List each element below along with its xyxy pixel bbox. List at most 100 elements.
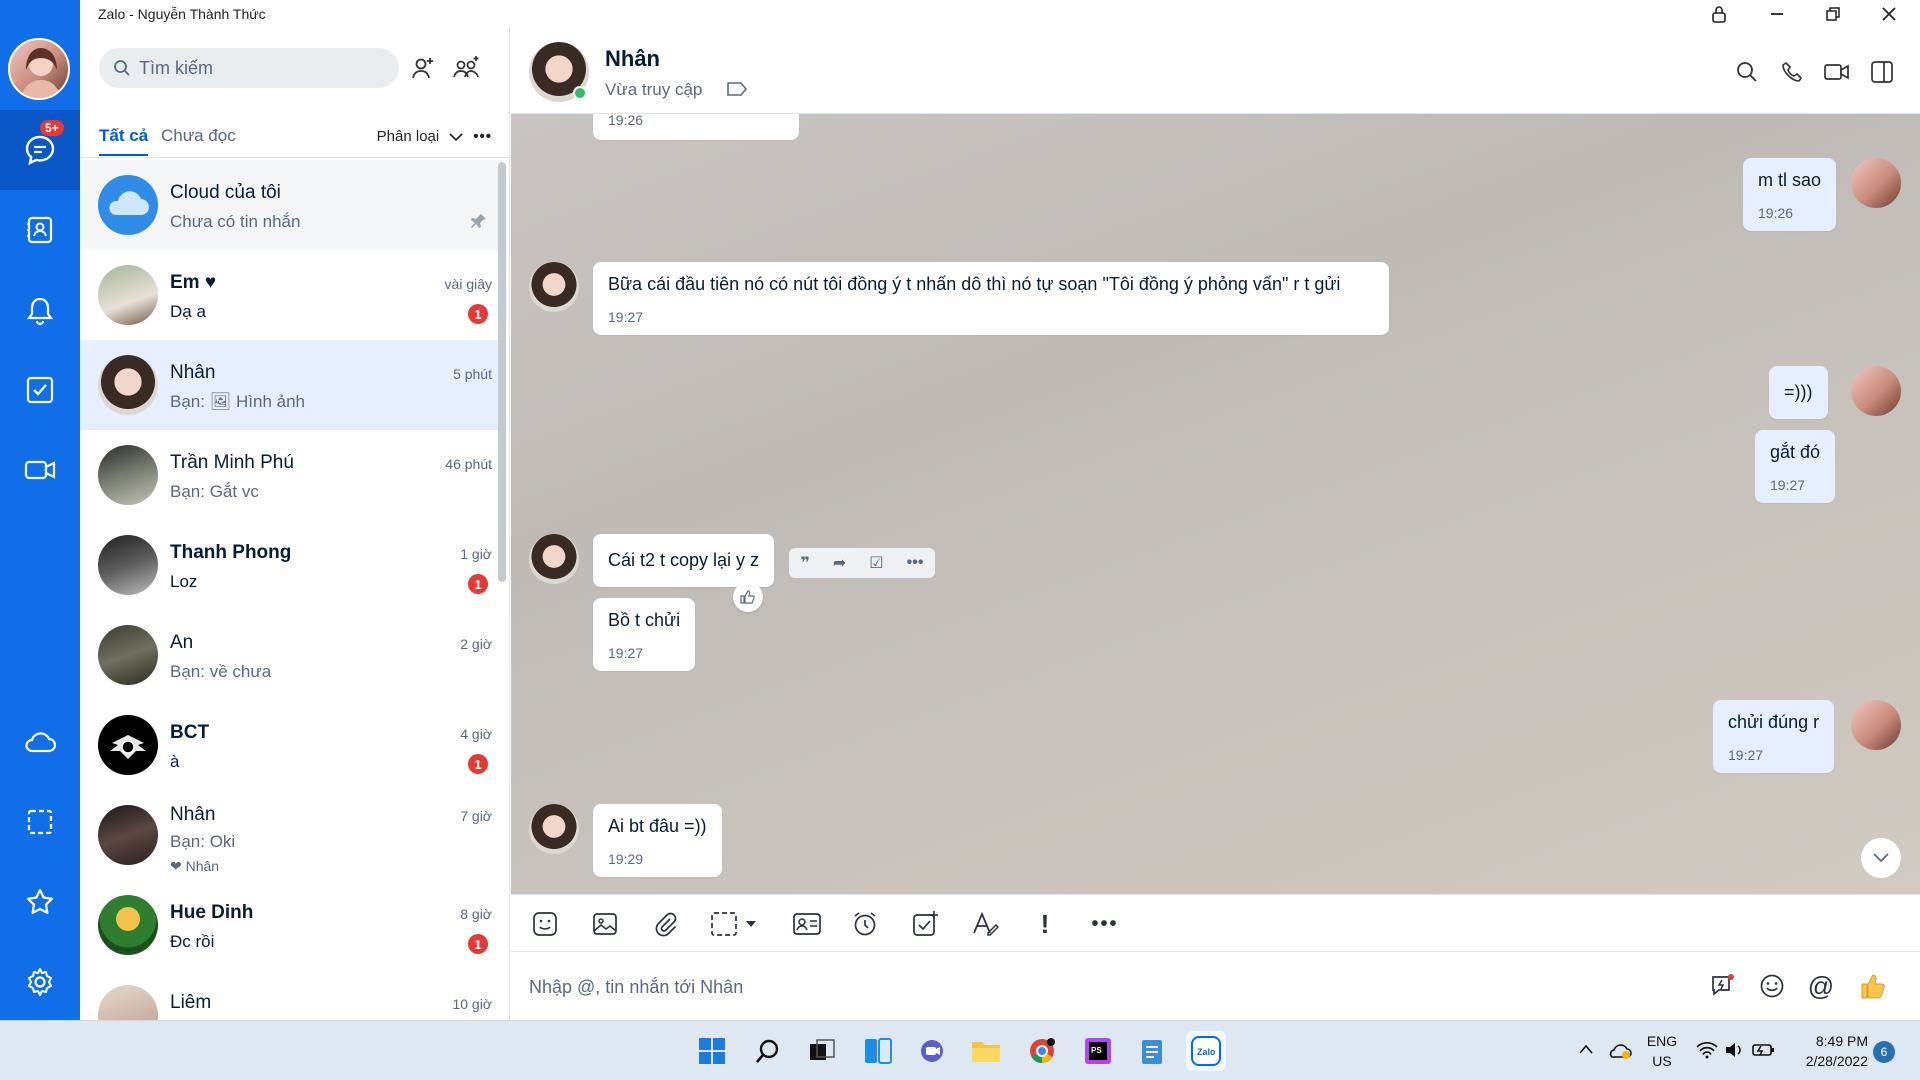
more-options-icon[interactable]: ••• xyxy=(907,554,924,572)
bell-icon xyxy=(26,297,54,326)
phpstorm-button[interactable]: PS xyxy=(1078,1031,1118,1071)
widgets-button[interactable] xyxy=(858,1031,898,1071)
conversation-time: 7 giờ xyxy=(460,808,492,824)
message-bubble[interactable]: Bồ t chửi 19:27 xyxy=(593,598,696,671)
search-in-chat-button[interactable] xyxy=(1729,54,1765,90)
contact-avatar[interactable] xyxy=(529,262,579,312)
conversation-item[interactable]: BCT à 4 giờ 1 xyxy=(80,700,502,790)
react-button[interactable] xyxy=(733,582,763,612)
conversation-info-button[interactable] xyxy=(1864,54,1900,90)
rail-notifications[interactable] xyxy=(0,270,80,350)
file-explorer-button[interactable] xyxy=(966,1031,1006,1071)
message-input[interactable] xyxy=(529,972,1629,1002)
attach-file-button[interactable] xyxy=(647,907,683,941)
quick-message-button[interactable] xyxy=(1705,968,1741,1004)
lock-button[interactable] xyxy=(1692,0,1746,28)
more-options-icon[interactable]: ••• xyxy=(473,128,492,145)
emoji-button[interactable] xyxy=(1754,968,1790,1004)
message-bubble[interactable]: =))) xyxy=(1769,366,1828,419)
conversation-item[interactable]: An Bạn: về chưa 2 giờ xyxy=(80,610,502,700)
assign-task-button[interactable] xyxy=(907,907,943,941)
tab-all[interactable]: Tất cả xyxy=(99,126,149,156)
maximize-button[interactable] xyxy=(1806,0,1860,28)
avatar xyxy=(98,985,158,1020)
conversation-item[interactable]: Nhân Bạn: Oki ❤ Nhân 7 giờ xyxy=(80,790,502,880)
contact-card-button[interactable] xyxy=(787,907,827,941)
conversation-item[interactable]: Em ♥ Dạ a vài giây 1 xyxy=(80,250,502,340)
add-friend-button[interactable] xyxy=(405,50,441,86)
search-box[interactable] xyxy=(99,48,399,88)
wifi-icon[interactable] xyxy=(1696,1041,1718,1059)
conversation-item[interactable]: Cloud của tôi Chưa có tin nhắn xyxy=(80,160,502,250)
conversation-name: Hue Dinh xyxy=(170,902,254,923)
screenshot-button[interactable] xyxy=(707,907,763,941)
mark-important-button[interactable]: ! xyxy=(1027,907,1063,941)
rail-favorites[interactable] xyxy=(0,862,80,942)
list-scrollbar[interactable] xyxy=(498,162,506,582)
my-avatar[interactable] xyxy=(8,38,70,100)
thumbs-up-icon xyxy=(740,590,755,604)
alarm-clock-icon xyxy=(854,912,876,936)
search-icon xyxy=(114,60,130,76)
conversation-item[interactable]: Liêm 10 giờ xyxy=(80,970,502,1020)
clock-date[interactable]: 2/28/2022 xyxy=(1788,1053,1868,1069)
clock-time[interactable]: 8:49 PM xyxy=(1788,1033,1868,1049)
video-call-button[interactable] xyxy=(1819,54,1855,90)
rail-contacts[interactable] xyxy=(0,190,80,270)
scroll-to-bottom-button[interactable] xyxy=(1861,838,1901,878)
rail-cloud[interactable] xyxy=(0,702,80,782)
rail-video[interactable] xyxy=(0,430,80,510)
more-tools-button[interactable]: ••• xyxy=(1087,907,1123,941)
forward-icon[interactable]: ➦ xyxy=(833,553,846,573)
send-like-button[interactable] xyxy=(1856,968,1892,1004)
title-bar: Zalo - Nguyễn Thành Thức xyxy=(80,0,1920,28)
input-language[interactable]: ENG xyxy=(1644,1033,1680,1049)
taskbar-search[interactable] xyxy=(748,1031,788,1071)
classify-filter[interactable]: Phân loại ••• xyxy=(377,128,492,145)
sticker-button[interactable] xyxy=(527,907,563,941)
zalo-taskbar-button[interactable]: Zalo xyxy=(1186,1031,1226,1071)
onedrive-icon[interactable] xyxy=(1606,1041,1632,1061)
conversation-item[interactable]: Thanh Phong Loz 1 giờ 1 xyxy=(80,520,502,610)
format-text-button[interactable] xyxy=(967,907,1003,941)
rail-todo[interactable] xyxy=(0,350,80,430)
quote-icon[interactable]: ❞ xyxy=(801,553,810,573)
teams-chat-button[interactable] xyxy=(912,1031,952,1071)
message-bubble[interactable]: chửi đúng r 19:27 xyxy=(1713,700,1835,773)
chevron-up-icon[interactable] xyxy=(1578,1043,1594,1055)
search-input[interactable] xyxy=(139,57,379,79)
add-task-icon[interactable]: ☑ xyxy=(869,553,883,573)
mention-button[interactable]: @ xyxy=(1803,968,1839,1004)
message-bubble[interactable]: 19:26 xyxy=(593,114,799,140)
conversation-item[interactable]: Nhân Bạn: 🖼 Hình ảnh 5 phút xyxy=(80,340,502,430)
minimize-button[interactable] xyxy=(1750,0,1804,28)
contact-avatar[interactable] xyxy=(529,534,579,584)
message-bubble[interactable]: m tl sao 19:26 xyxy=(1743,158,1837,231)
conversation-item[interactable]: Trần Minh Phú Bạn: Gắt vc 46 phút xyxy=(80,430,502,520)
text-format-icon xyxy=(973,911,999,936)
volume-icon[interactable] xyxy=(1724,1041,1744,1059)
rail-settings[interactable] xyxy=(0,942,80,1022)
chrome-button[interactable] xyxy=(1022,1031,1062,1071)
rail-messages[interactable]: 5+ xyxy=(0,110,80,190)
contact-avatar[interactable] xyxy=(529,804,579,854)
tag-icon[interactable] xyxy=(726,81,748,97)
notepad-button[interactable] xyxy=(1132,1031,1172,1071)
tab-unread[interactable]: Chưa đọc xyxy=(161,126,236,146)
rail-screenshot[interactable] xyxy=(0,782,80,862)
input-region[interactable]: US xyxy=(1644,1053,1680,1069)
close-button[interactable] xyxy=(1862,0,1916,28)
conversation-item[interactable]: Hue Dinh Đc rồi 8 giờ 1 xyxy=(80,880,502,970)
create-group-button[interactable] xyxy=(448,50,484,86)
message-bubble[interactable]: Ai bt đâu =)) 19:29 xyxy=(593,804,722,877)
message-bubble[interactable]: gắt đó 19:27 xyxy=(1755,430,1836,503)
voice-call-button[interactable] xyxy=(1774,54,1810,90)
battery-icon[interactable] xyxy=(1750,1041,1776,1059)
image-button[interactable] xyxy=(587,907,623,941)
message-bubble[interactable]: Cái t2 t copy lại y z xyxy=(593,534,775,587)
start-button[interactable] xyxy=(692,1031,732,1071)
message-bubble[interactable]: Bữa cái đầu tiên nó có nút tôi đồng ý t … xyxy=(593,262,1389,335)
reminder-button[interactable] xyxy=(847,907,883,941)
notification-count-badge[interactable]: 6 xyxy=(1873,1041,1895,1063)
task-view-button[interactable] xyxy=(802,1031,842,1071)
